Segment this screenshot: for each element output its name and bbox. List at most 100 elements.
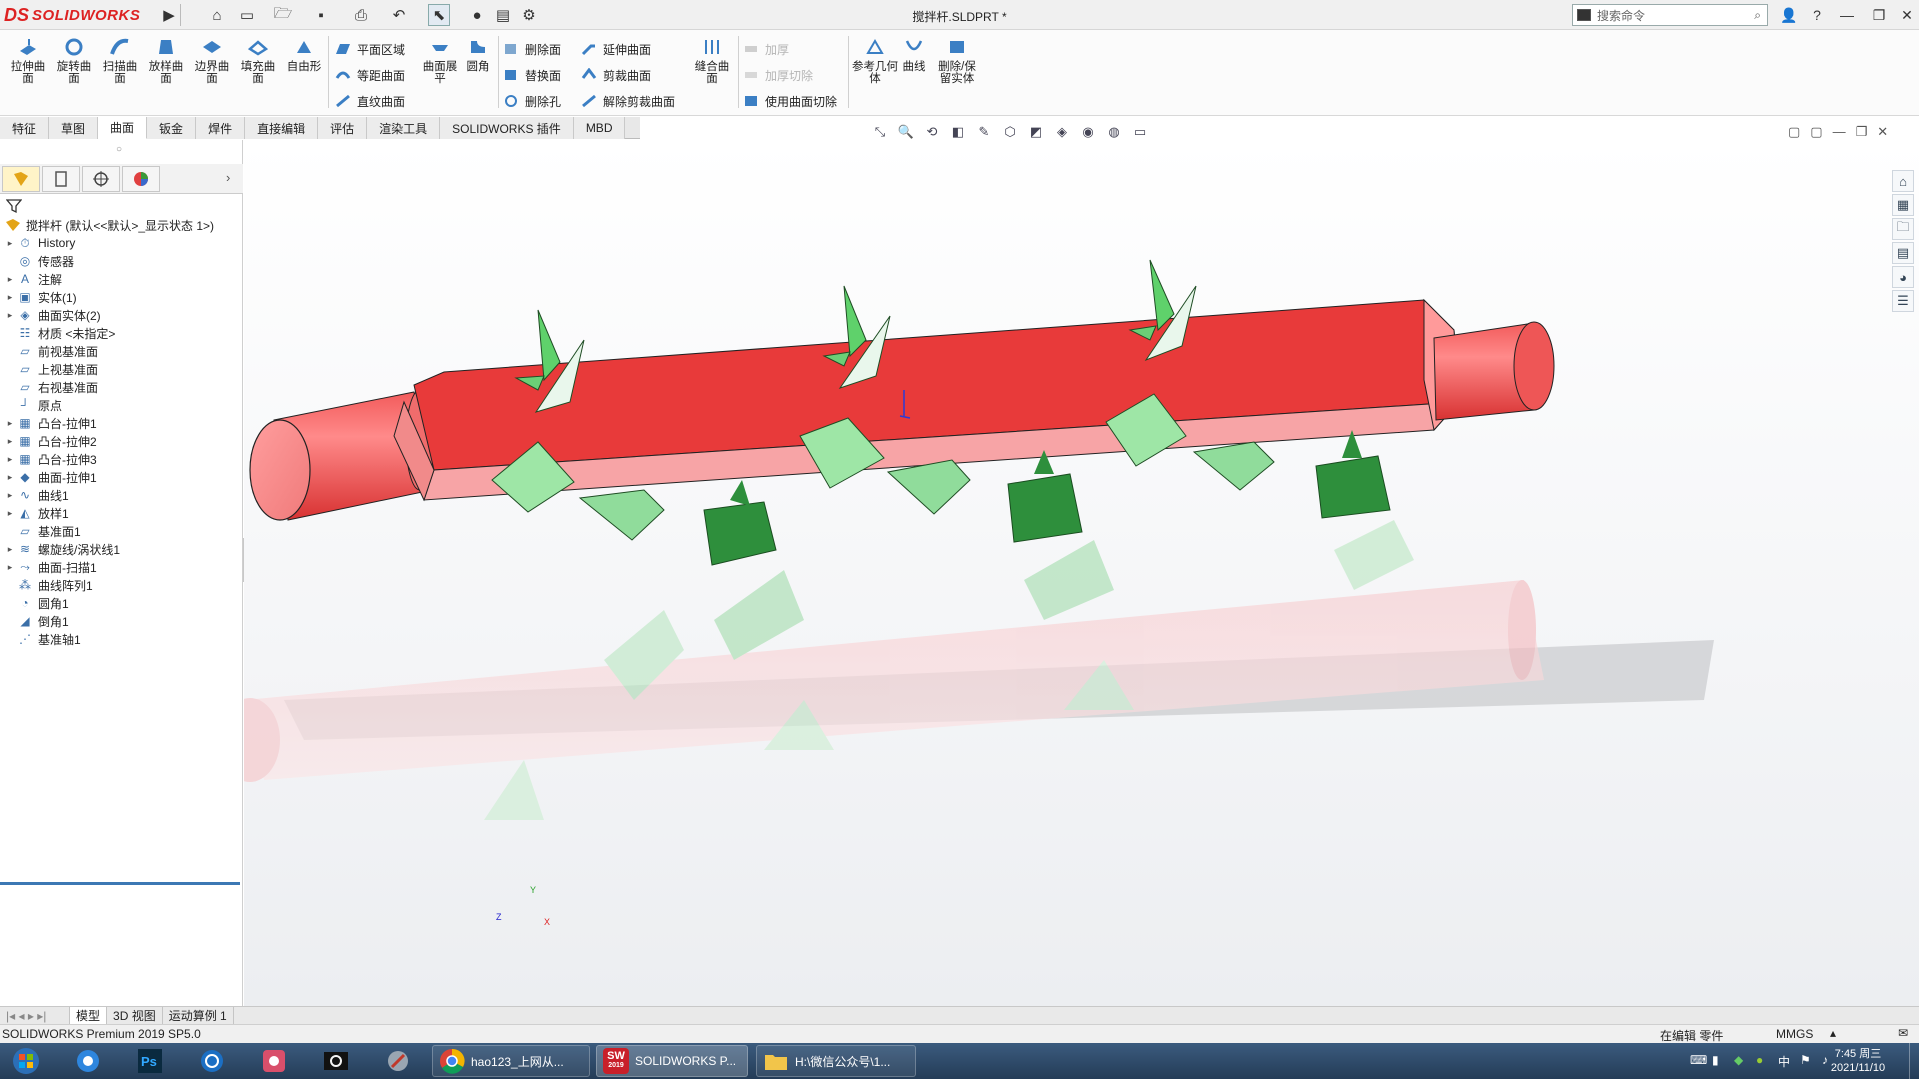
- viewport-close-icon[interactable]: ✕: [1877, 124, 1888, 144]
- rebuild-traffic-light-icon[interactable]: ●: [466, 4, 488, 26]
- expand-arrow-icon[interactable]: ▸: [4, 562, 16, 573]
- tray-flag-icon[interactable]: ⚑: [1800, 1053, 1811, 1067]
- appearances-scenes-icon[interactable]: ◕: [1892, 266, 1914, 288]
- thicken-button[interactable]: 加厚: [742, 38, 789, 60]
- apply-scene-icon[interactable]: ◍: [1104, 122, 1124, 142]
- display-style-icon[interactable]: ◩: [1026, 122, 1046, 142]
- view-settings-icon[interactable]: ▭: [1130, 122, 1150, 142]
- previous-view-icon[interactable]: ⟲: [922, 122, 942, 142]
- view-palette-icon[interactable]: ▤: [1892, 242, 1914, 264]
- select-cursor-icon[interactable]: ⬉: [428, 4, 450, 26]
- rollback-bar[interactable]: [0, 882, 240, 885]
- solidworks-resources-icon[interactable]: ⌂: [1892, 170, 1914, 192]
- tab-sketch[interactable]: 草图: [49, 117, 99, 139]
- swept-surface-button[interactable]: 扫描曲面: [98, 36, 142, 85]
- viewport-tile-right-icon[interactable]: ▢: [1810, 124, 1822, 144]
- tab-weldments[interactable]: 焊件: [196, 117, 246, 139]
- fillet-button[interactable]: 圆角: [460, 36, 496, 73]
- show-desktop-button[interactable]: [1909, 1043, 1919, 1079]
- tray-shield-icon[interactable]: ◆: [1734, 1053, 1743, 1067]
- tab-mbd[interactable]: MBD: [573, 117, 626, 139]
- minimize-icon[interactable]: —: [1834, 4, 1860, 26]
- user-account-icon[interactable]: 👤: [1776, 4, 1802, 26]
- tray-network-icon[interactable]: ▮: [1712, 1053, 1719, 1067]
- taskbar-app-explorer[interactable]: H:\微信公众号\1...: [756, 1045, 916, 1077]
- panel-expand-arrow-icon[interactable]: ›: [226, 170, 230, 185]
- recorder-app-icon[interactable]: [314, 1046, 358, 1076]
- surface-flatten-button[interactable]: 曲面展平: [418, 36, 462, 85]
- delete-hole-button[interactable]: 删除孔: [502, 90, 561, 112]
- tab-3d-views[interactable]: 3D 视图: [107, 1007, 163, 1024]
- cloud-app-icon[interactable]: [66, 1046, 110, 1076]
- tab-surfaces[interactable]: 曲面: [98, 117, 148, 139]
- expand-arrow-icon[interactable]: ▸: [4, 544, 16, 555]
- curves-button[interactable]: 曲线: [896, 36, 932, 73]
- boundary-surface-button[interactable]: 边界曲面: [190, 36, 234, 85]
- taskbar-clock[interactable]: 7:45 周三 2021/11/10: [1823, 1047, 1893, 1075]
- custom-properties-icon[interactable]: ☰: [1892, 290, 1914, 312]
- feature-manager-tab-icon[interactable]: [2, 166, 40, 192]
- close-icon[interactable]: ✕: [1894, 4, 1919, 26]
- planar-surface-button[interactable]: 平面区域: [334, 38, 405, 60]
- ruled-surface-button[interactable]: 直纹曲面: [334, 90, 405, 112]
- delete-keep-body-button[interactable]: 删除/保留实体: [934, 36, 980, 85]
- display-manager-tab-icon[interactable]: [122, 166, 160, 192]
- expand-arrow-icon[interactable]: ▸: [4, 292, 16, 303]
- untrim-surface-button[interactable]: 解除剪裁曲面: [580, 90, 675, 112]
- tab-sheet-metal[interactable]: 钣金: [147, 117, 197, 139]
- tab-render-tools[interactable]: 渲染工具: [367, 117, 441, 139]
- tab-features[interactable]: 特征: [0, 117, 50, 139]
- viewport-restore-icon[interactable]: ❐: [1856, 124, 1868, 144]
- graphics-viewport[interactable]: Y X Z ▢ ▢ — ❐ ✕: [244, 124, 1919, 1006]
- notification-icon[interactable]: ✉: [1898, 1026, 1908, 1040]
- cut-with-surface-button[interactable]: 使用曲面切除: [742, 90, 837, 112]
- restore-icon[interactable]: ❐: [1866, 4, 1892, 26]
- expand-arrow-icon[interactable]: ▸: [4, 472, 16, 483]
- tray-keyboard-icon[interactable]: ⌨: [1690, 1053, 1707, 1067]
- media-app-icon[interactable]: [252, 1046, 296, 1076]
- expand-arrow-icon[interactable]: ▸: [4, 454, 16, 465]
- expand-arrow-icon[interactable]: ▸: [4, 508, 16, 519]
- tab-evaluate[interactable]: 评估: [318, 117, 368, 139]
- trim-surface-button[interactable]: 剪裁曲面: [580, 64, 651, 86]
- property-manager-tab-icon[interactable]: [42, 166, 80, 192]
- tree-item[interactable]: ⋰ 基准轴1: [4, 628, 81, 650]
- print-icon[interactable]: ⎙: [350, 4, 372, 26]
- extend-surface-button[interactable]: 延伸曲面: [580, 38, 651, 60]
- expand-arrow-icon[interactable]: ▸: [4, 274, 16, 285]
- tab-scroll-arrows-icon[interactable]: |◂ ◂ ▸ ▸|: [0, 1007, 70, 1024]
- revolved-surface-button[interactable]: 旋转曲面: [52, 36, 96, 85]
- section-view-icon[interactable]: ◧: [948, 122, 968, 142]
- file-explorer-icon[interactable]: 🗀: [1892, 218, 1914, 240]
- expand-arrow-icon[interactable]: ▸: [4, 490, 16, 501]
- hide-show-items-icon[interactable]: ◈: [1052, 122, 1072, 142]
- viewport-minimize-icon[interactable]: —: [1833, 124, 1846, 144]
- tab-model[interactable]: 模型: [70, 1007, 108, 1024]
- save-icon[interactable]: ▪: [310, 4, 332, 26]
- tab-motion-study[interactable]: 运动算例 1: [163, 1007, 234, 1024]
- replace-face-button[interactable]: 替换面: [502, 64, 561, 86]
- edit-appearance-icon[interactable]: ◉: [1078, 122, 1098, 142]
- help-button[interactable]: ?: [1804, 4, 1830, 26]
- start-button-icon[interactable]: [4, 1046, 48, 1076]
- expand-arrow-icon[interactable]: ▸: [4, 310, 16, 321]
- configuration-manager-tab-icon[interactable]: [82, 166, 120, 192]
- undo-icon[interactable]: ↶: [388, 4, 410, 26]
- lofted-surface-button[interactable]: 放样曲面: [144, 36, 188, 85]
- tray-lang-icon[interactable]: 中: [1778, 1053, 1790, 1070]
- design-library-icon[interactable]: ▦: [1892, 194, 1914, 216]
- expand-arrow-icon[interactable]: ▸: [4, 436, 16, 447]
- browser-icon[interactable]: [190, 1046, 234, 1076]
- units-dropdown-icon[interactable]: ▴: [1830, 1026, 1836, 1040]
- solidworks-logo[interactable]: DS SOLIDWORKS: [4, 3, 154, 27]
- thickened-cut-button[interactable]: 加厚切除: [742, 64, 813, 86]
- panel-grip-icon[interactable]: ○: [116, 144, 122, 155]
- tab-direct-editing[interactable]: 直接编辑: [245, 117, 319, 139]
- taskbar-app-chrome[interactable]: hao123_上网从...: [432, 1045, 590, 1077]
- options-gear-icon[interactable]: ⚙: [518, 4, 540, 26]
- delete-face-button[interactable]: 删除面: [502, 38, 561, 60]
- tools-app-icon[interactable]: [376, 1046, 420, 1076]
- knit-surface-button[interactable]: 缝合曲面: [690, 36, 734, 85]
- reference-geometry-button[interactable]: 参考几何体: [852, 36, 898, 85]
- photoshop-icon[interactable]: Ps: [128, 1046, 172, 1076]
